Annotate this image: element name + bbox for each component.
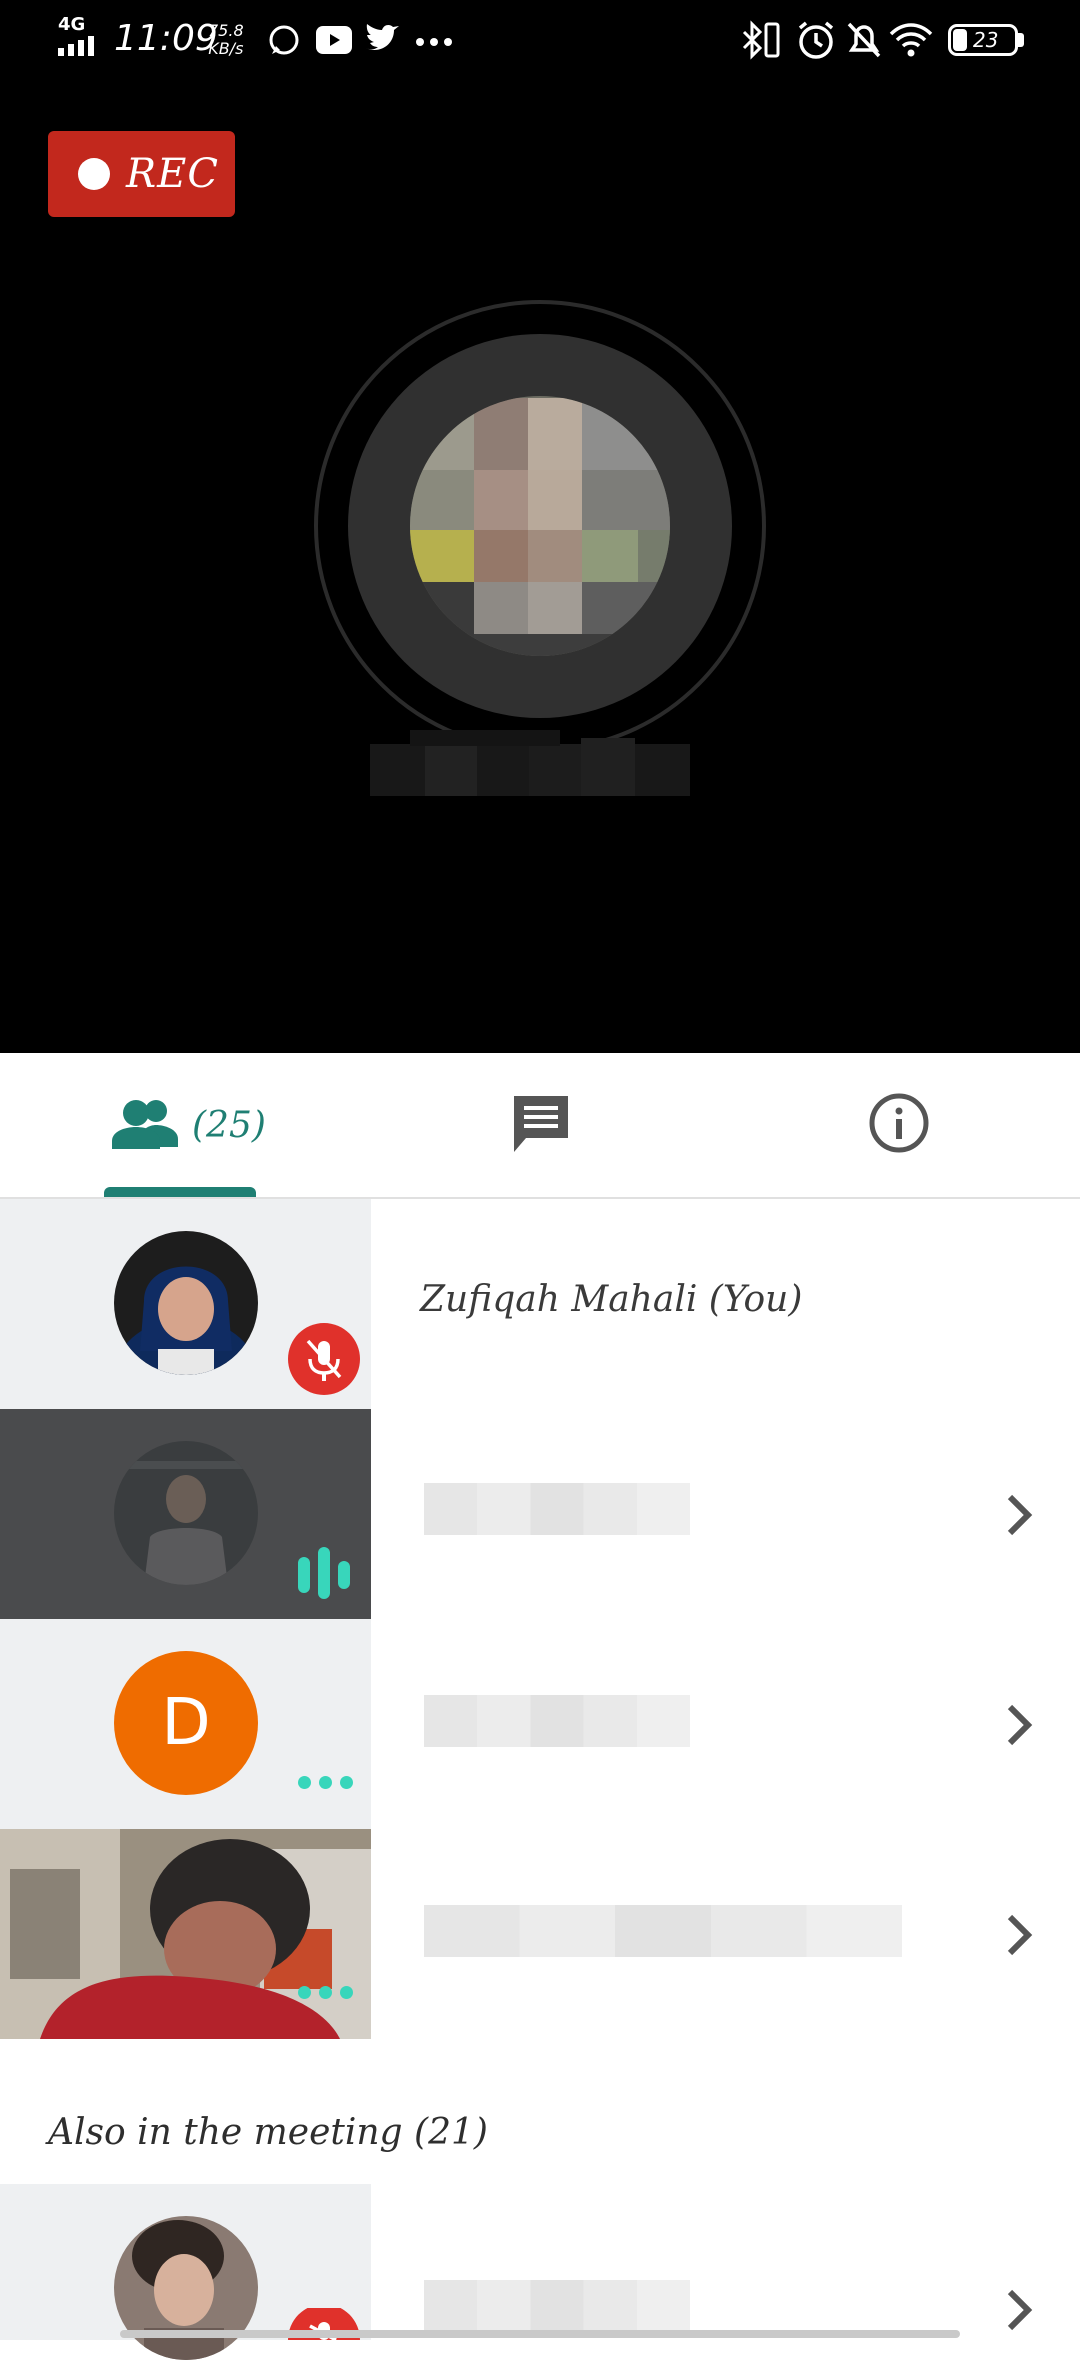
wifi-icon (889, 23, 933, 57)
participant-row[interactable]: Zufiqah Mahali (You) (0, 1199, 1080, 1409)
chevron-right-icon[interactable] (1000, 2280, 1040, 2340)
participant-tile (0, 1199, 371, 1409)
active-tab-indicator (104, 1187, 256, 1197)
signal-icon (58, 36, 94, 56)
chevron-right-icon[interactable] (1000, 1485, 1040, 1545)
participant-tile (0, 2184, 371, 2360)
avatar (114, 2216, 258, 2360)
chevron-right-icon[interactable] (1000, 1695, 1040, 1755)
avatar: D (114, 1651, 258, 1795)
speaking-indicator-icon (298, 1547, 350, 1599)
network-speed: 75.8 KB/s (208, 22, 244, 58)
network-type: 4G (58, 14, 86, 35)
recording-label: REC (126, 151, 219, 197)
avatar-initial: D (161, 1686, 211, 1760)
connecting-indicator-icon (298, 1776, 353, 1789)
avatar (114, 1441, 258, 1585)
participant-row[interactable] (0, 1829, 1080, 2039)
more-notifications-icon (416, 38, 452, 46)
tab-info[interactable] (868, 1092, 930, 1154)
participant-tile (0, 1409, 371, 1619)
battery-cap (1018, 33, 1024, 47)
mic-off-icon (288, 1323, 360, 1395)
participant-name-blurred (424, 2280, 690, 2332)
people-icon (112, 1100, 178, 1149)
scroll-indicator (120, 2330, 960, 2338)
speed-value: 75.8 (208, 21, 244, 40)
bluetooth-battery-icon (742, 20, 780, 60)
participant-row[interactable]: D (0, 1619, 1080, 1829)
participant-count: (25) (192, 1104, 266, 1146)
connecting-indicator-icon (298, 1986, 353, 1999)
participant-name: Zufiqah Mahali (You) (420, 1279, 803, 1320)
notifications-off-icon (847, 22, 881, 58)
record-dot-icon (78, 158, 110, 190)
active-speaker-avatar (314, 300, 766, 752)
tab-chat[interactable] (510, 1094, 572, 1156)
active-speaker-name-blurred (370, 730, 690, 796)
youtube-icon (316, 26, 352, 54)
recording-indicator: REC (48, 131, 235, 217)
whatsapp-icon (269, 25, 299, 55)
participant-name-blurred (424, 1905, 902, 1957)
battery-percent: 23 (973, 28, 999, 52)
participant-row[interactable] (0, 1409, 1080, 1619)
participant-video (0, 1829, 371, 2039)
tab-participants[interactable]: (25) (110, 1090, 266, 1160)
participant-row[interactable] (0, 2184, 1080, 2360)
speed-unit: KB/s (208, 39, 244, 58)
twitter-icon (366, 24, 399, 50)
alarm-icon (798, 21, 834, 59)
status-time: 11:09 (114, 18, 218, 59)
battery-icon: 23 (948, 24, 1018, 56)
avatar (114, 1231, 258, 1375)
also-in-meeting-title: Also in the meeting (21) (48, 2112, 488, 2153)
participant-tile: D (0, 1619, 371, 1829)
battery-level (953, 29, 967, 51)
chevron-right-icon[interactable] (1000, 1905, 1040, 1965)
participant-name-blurred (424, 1483, 690, 1535)
participant-name-blurred (424, 1695, 690, 1747)
